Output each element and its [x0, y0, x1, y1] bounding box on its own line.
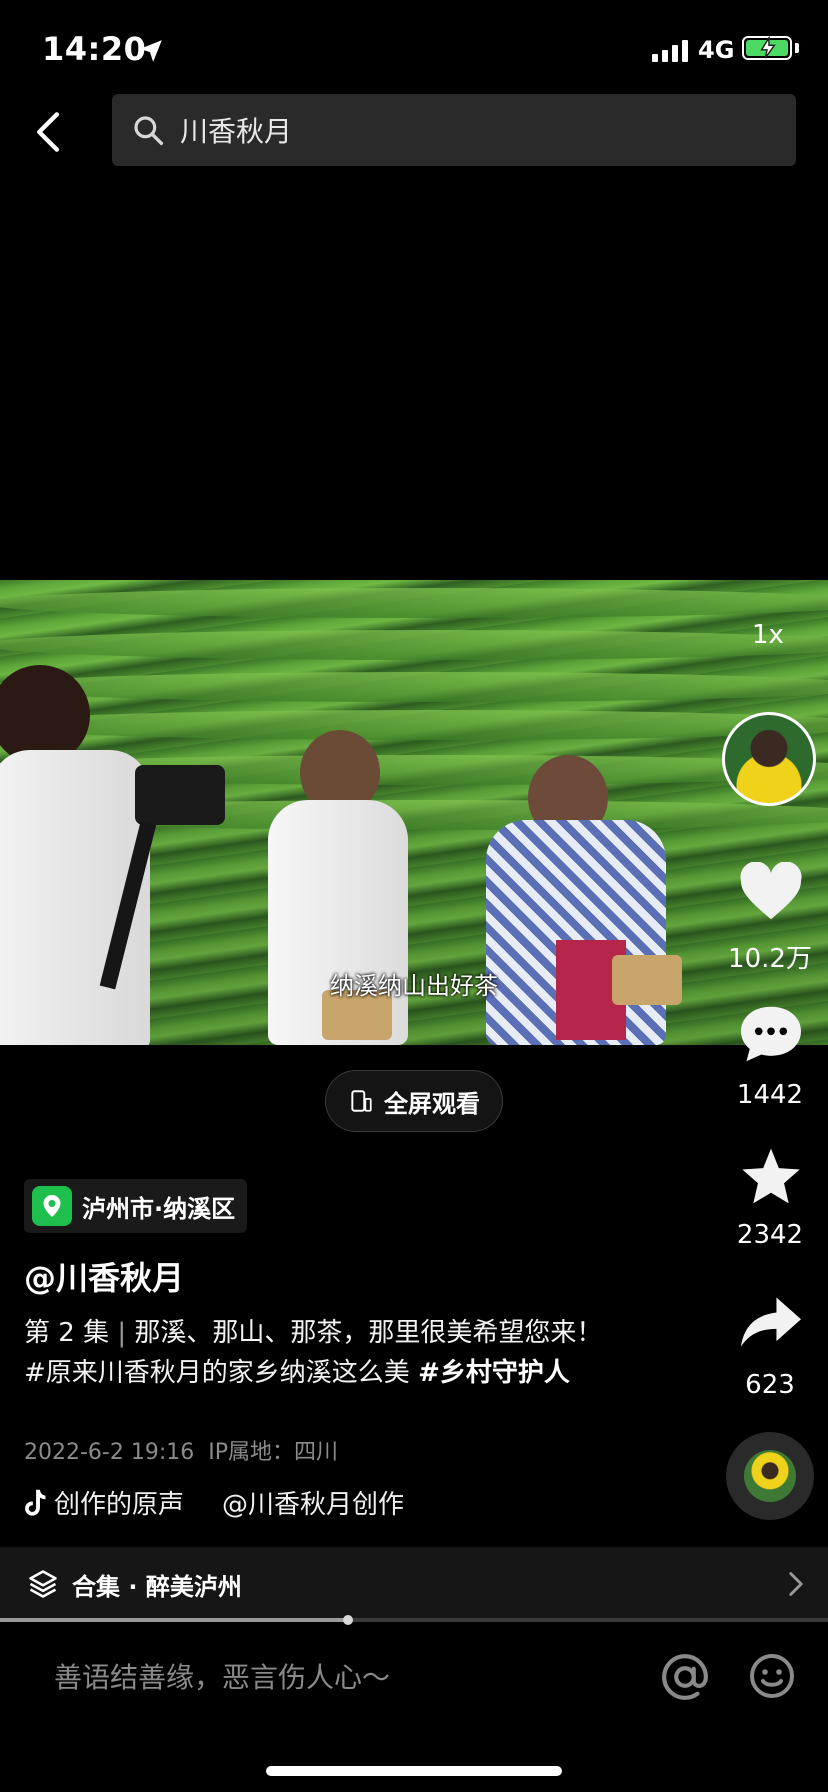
battery-cap — [795, 43, 799, 53]
rotate-phone-icon — [351, 1090, 372, 1112]
camera-rig — [135, 765, 225, 825]
author-avatar[interactable] — [722, 712, 816, 806]
video-subtitle: 纳溪纳山出好茶 — [330, 972, 498, 1000]
location-arrow-icon — [140, 40, 162, 62]
music-row[interactable]: 创作的原声 @川香秋月创作 — [24, 1484, 404, 1521]
video-progress-fill — [0, 1618, 348, 1622]
video-player[interactable]: 纳溪纳山出好茶 — [0, 580, 828, 1045]
video-progress-bar[interactable] — [0, 1615, 828, 1625]
chevron-right-icon — [789, 1572, 803, 1596]
comment-input[interactable]: 善语结善缘，恶言伤人心～ — [54, 1656, 390, 1696]
hashtag-hometown[interactable]: #原来川香秋月的家乡纳溪这么美 — [24, 1358, 410, 1388]
author-name[interactable]: @川香秋月 — [24, 1253, 184, 1299]
hashtag-rural-guardian[interactable]: #乡村守护人 — [418, 1358, 570, 1388]
signal-icon — [652, 38, 688, 62]
episode-label: 第 2 集 — [24, 1318, 110, 1348]
share-count: 623 — [745, 1370, 795, 1400]
tiktok-note-icon — [25, 1489, 46, 1516]
music-disc-cover — [744, 1450, 796, 1502]
ip-location: IP属地：四川 — [208, 1440, 339, 1465]
playback-speed-button[interactable]: 1x — [752, 620, 784, 650]
episode-separator: | — [117, 1318, 127, 1348]
location-chip[interactable]: 泸州市·纳溪区 — [24, 1179, 248, 1233]
status-time: 14:20 — [42, 30, 147, 68]
post-meta: 2022-6-2 19:16 IP属地：四川 — [24, 1434, 338, 1466]
layers-icon — [29, 1570, 57, 1598]
favorite-count: 2342 — [736, 1220, 804, 1250]
collection-label: 合集 · 醉美泸州 — [72, 1573, 242, 1601]
comment-count: 1442 — [736, 1080, 804, 1110]
video-progress-knob[interactable] — [342, 1615, 353, 1625]
home-indicator — [266, 1766, 562, 1776]
back-icon[interactable] — [30, 110, 66, 154]
like-count: 10.2万 — [728, 944, 812, 974]
search-query: 川香秋月 — [180, 115, 293, 148]
video-description: 第 2 集 | 那溪、那山、那茶，那里很美希望您来！ #原来川香秋月的家乡纳溪这么… — [24, 1313, 614, 1393]
battery-icon — [742, 36, 792, 60]
description-text: 那溪、那山、那茶，那里很美希望您来！ — [126, 1318, 603, 1348]
emoji-icon[interactable] — [748, 1652, 796, 1700]
fullscreen-label: 全屏观看 — [384, 1089, 480, 1118]
at-mention-icon[interactable] — [660, 1652, 710, 1702]
search-bar[interactable]: 川香秋月 — [112, 94, 796, 166]
location-pin-icon — [32, 1186, 72, 1226]
music-original: 创作的原声 — [54, 1490, 185, 1520]
star-icon[interactable] — [738, 1146, 804, 1206]
location-label: 泸州市·纳溪区 — [82, 1194, 236, 1223]
post-date: 2022-6-2 19:16 — [24, 1440, 195, 1465]
music-creator: @川香秋月创作 — [222, 1490, 405, 1520]
fullscreen-button[interactable]: 全屏观看 — [325, 1070, 503, 1132]
collection-bar[interactable]: 合集 · 醉美泸州 — [0, 1547, 828, 1619]
share-icon[interactable] — [738, 1292, 804, 1352]
search-icon — [134, 116, 164, 146]
heart-icon[interactable] — [738, 862, 804, 922]
music-disc[interactable] — [726, 1432, 814, 1520]
network-type: 4G — [698, 36, 735, 64]
comment-icon[interactable] — [738, 1004, 804, 1064]
